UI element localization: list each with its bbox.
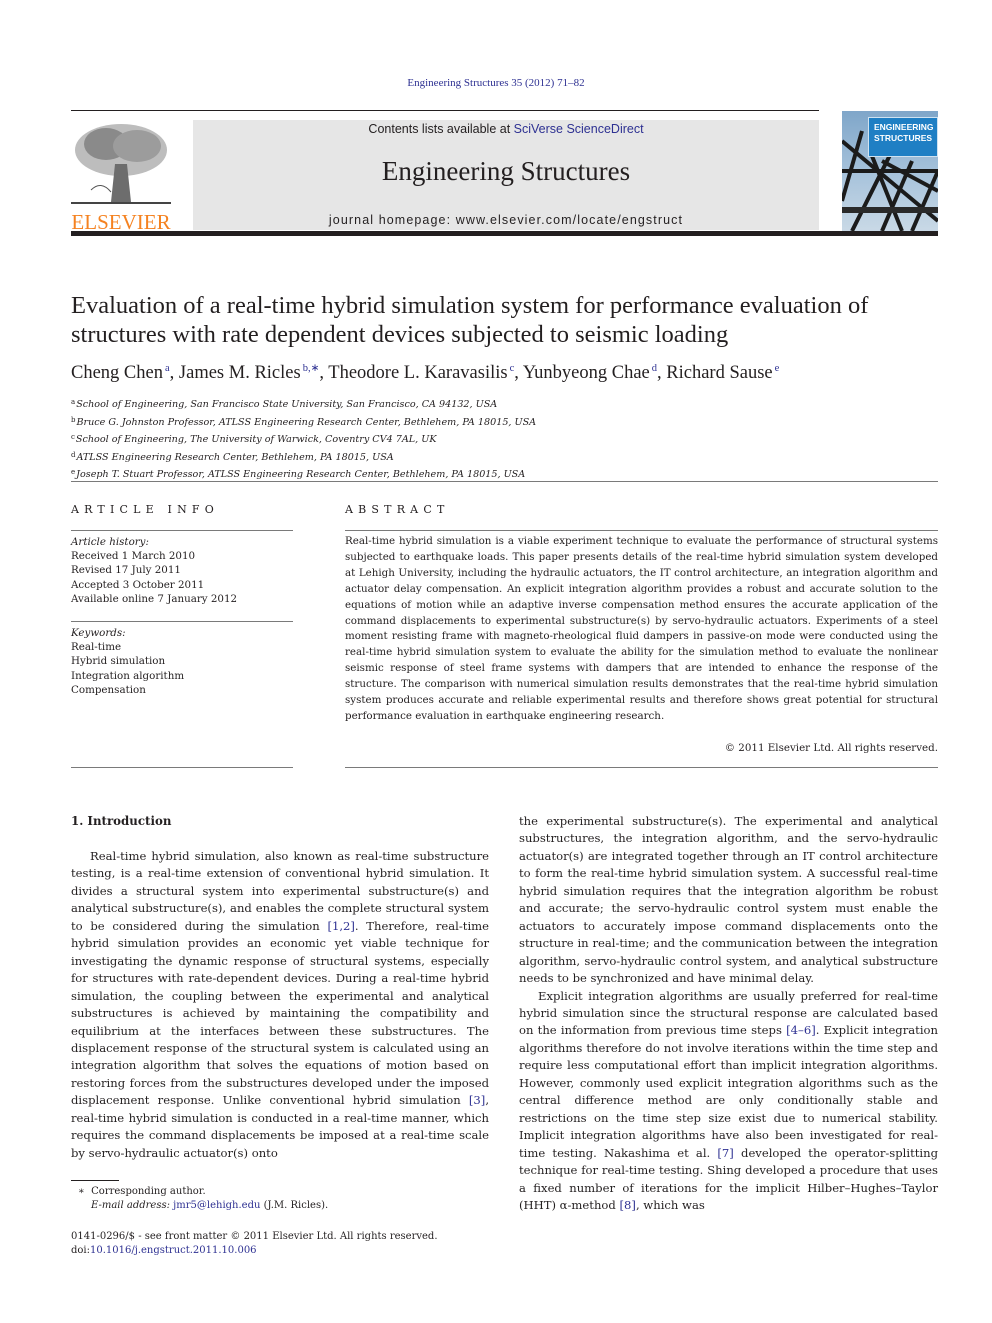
abstract-bottom-rule — [345, 767, 938, 768]
keyword: Real-time — [71, 641, 122, 654]
affiliations: aSchool of Engineering, San Francisco St… — [71, 395, 536, 483]
sciencedirect-link[interactable]: SciVerse ScienceDirect — [514, 122, 644, 136]
cover-title-box: ENGINEERING STRUCTURES — [868, 117, 938, 157]
author[interactable]: James M. Ricles b,∗ — [179, 363, 319, 383]
cover-title-line2: STRUCTURES — [874, 133, 933, 143]
homepage-prefix: journal homepage: — [328, 213, 456, 227]
author[interactable]: Cheng Chen a — [71, 363, 170, 383]
article-info-rule — [71, 530, 293, 531]
author[interactable]: Theodore L. Karavasilis c — [328, 363, 514, 383]
citation-link[interactable]: [1,2] — [327, 919, 354, 933]
affiliations-rule — [71, 481, 938, 482]
keyword: Compensation — [71, 683, 146, 696]
author[interactable]: Richard Sause e — [666, 363, 779, 383]
history-label: Article history: — [71, 536, 149, 548]
abstract-text: Real-time hybrid simulation is a viable … — [345, 535, 938, 722]
history-item: Available online 7 January 2012 — [71, 592, 238, 605]
asterisk-mark: ∗ — [78, 1186, 85, 1197]
journal-citation[interactable]: Engineering Structures 35 (2012) 71–82 — [0, 77, 992, 89]
article-info-heading: ARTICLE INFO — [71, 503, 219, 516]
paragraph: the experimental substructure(s). The ex… — [519, 814, 938, 986]
header-thick-rule — [71, 231, 938, 236]
email-link[interactable]: jmr5@lehigh.edu — [173, 1200, 260, 1211]
history-item: Accepted 3 October 2011 — [71, 578, 205, 591]
author[interactable]: Yunbyeong Chae d — [523, 363, 657, 383]
cover-title-line1: ENGINEERING — [874, 122, 934, 132]
article-info-bottom-rule — [71, 767, 293, 768]
journal-cover[interactable]: ENGINEERING STRUCTURES — [842, 111, 938, 231]
keyword: Integration algorithm — [71, 669, 185, 682]
journal-title: Engineering Structures — [381, 156, 631, 186]
abstract-rule — [345, 530, 938, 531]
keywords: Keywords: Real-time Hybrid simulation In… — [71, 626, 184, 697]
doi-link[interactable]: 10.1016/j.engstruct.2011.10.006 — [90, 1245, 257, 1256]
affiliation: eJoseph T. Stuart Professor, ATLSS Engin… — [71, 468, 526, 480]
paragraph: Explicit integration algorithms are usua… — [519, 988, 938, 1212]
citation-link[interactable]: [8] — [620, 1198, 636, 1212]
homepage-link[interactable]: www.elsevier.com/locate/engstruct — [456, 213, 683, 227]
paragraph: Real-time hybrid simulation, also known … — [71, 849, 490, 1160]
history-item: Revised 17 July 2011 — [71, 564, 181, 577]
section-heading-introduction: 1. Introduction — [71, 814, 172, 828]
citation-link[interactable]: [7] — [717, 1146, 733, 1160]
elsevier-tree-icon — [71, 120, 171, 208]
keywords-rule — [71, 621, 293, 622]
corresponding-author-note: ∗ Corresponding author. E-mail address: … — [78, 1186, 329, 1211]
keywords-label: Keywords: — [71, 627, 126, 639]
article-history: Article history: Received 1 March 2010 R… — [71, 535, 237, 606]
elsevier-logo[interactable]: ELSEVIER — [71, 120, 171, 234]
affiliation: aSchool of Engineering, San Francisco St… — [71, 398, 498, 410]
abstract-heading: ABSTRACT — [345, 503, 450, 516]
keyword: Hybrid simulation — [71, 655, 166, 668]
journal-homepage: journal homepage: www.elsevier.com/locat… — [193, 213, 819, 227]
footnote-rule — [71, 1180, 119, 1181]
contents-line: Contents lists available at SciVerse Sci… — [193, 122, 819, 136]
contents-prefix: Contents lists available at — [368, 122, 514, 136]
citation-link[interactable]: [4–6] — [786, 1023, 816, 1037]
affiliation: cSchool of Engineering, The University o… — [71, 433, 437, 445]
article-title: Evaluation of a real-time hybrid simulat… — [71, 292, 869, 348]
intro-right-column: the experimental substructure(s). The ex… — [519, 813, 938, 1214]
author-list: Cheng Chen a, James M. Ricles b,∗, Theodor… — [71, 363, 780, 383]
header-rule — [71, 110, 819, 111]
affiliation: dATLSS Engineering Research Center, Beth… — [71, 450, 394, 463]
affiliation: bBruce G. Johnston Professor, ATLSS Engi… — [71, 415, 537, 428]
citation-link[interactable]: [3] — [469, 1093, 485, 1107]
journal-masthead: Contents lists available at SciVerse Sci… — [193, 120, 819, 230]
abstract-copyright: © 2011 Elsevier Ltd. All rights reserved… — [724, 742, 938, 754]
issn-line: 0141-0296/$ - see front matter © 2011 El… — [71, 1231, 438, 1242]
intro-left-column: Real-time hybrid simulation, also known … — [71, 848, 489, 1162]
history-item: Received 1 March 2010 — [71, 550, 196, 563]
publication-info: 0141-0296/$ - see front matter © 2011 El… — [71, 1231, 438, 1256]
